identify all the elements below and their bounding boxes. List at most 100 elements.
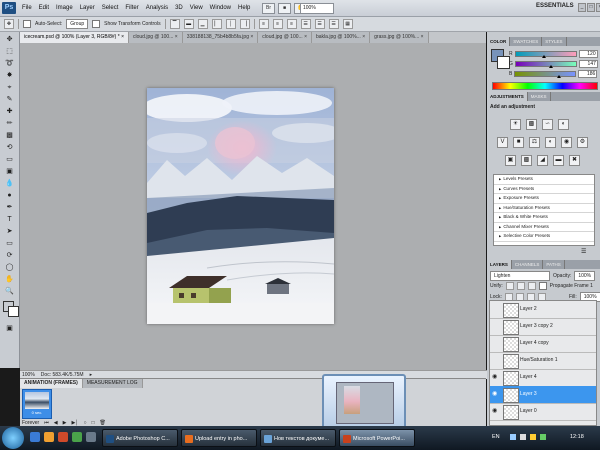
quick-mask-icon[interactable]: ▣ xyxy=(3,324,16,334)
tab-adjustments[interactable]: ADJUSTMENTS xyxy=(487,92,528,101)
menu-view[interactable]: View xyxy=(190,5,203,11)
doc-tab-bakla[interactable]: bakla.jpg @ 100%... × xyxy=(312,32,371,43)
distribute-bottom-icon[interactable]: ≡ xyxy=(286,19,297,29)
auto-align-icon[interactable]: ▦ xyxy=(342,19,353,29)
clock[interactable]: 12:18 xyxy=(570,434,584,440)
menu-analysis[interactable]: Analysis xyxy=(146,5,168,11)
unify-position-icon[interactable] xyxy=(505,282,514,290)
distribute-left-icon[interactable]: ☰ xyxy=(300,19,311,29)
doc-tab-grass[interactable]: grass.jpg @ 100%... × xyxy=(370,32,429,43)
minimize-button[interactable]: _ xyxy=(578,3,586,12)
close-icon[interactable]: × xyxy=(304,34,307,40)
black-white-icon[interactable]: ◐ xyxy=(545,137,556,148)
menu-edit[interactable]: Edit xyxy=(39,5,49,11)
tab-color[interactable]: COLOR xyxy=(487,37,511,46)
show-desktop-icon[interactable] xyxy=(30,432,40,442)
tray-app-icon[interactable] xyxy=(540,434,546,440)
blur-tool-icon[interactable]: 💧 xyxy=(3,179,16,189)
close-icon[interactable]: × xyxy=(362,34,365,40)
tab-swatches[interactable]: SWATCHES xyxy=(510,37,543,46)
type-tool-icon[interactable]: T xyxy=(3,215,16,225)
panel-menu-icon[interactable]: ☰ xyxy=(581,249,586,255)
align-bottom-icon[interactable]: ▁ xyxy=(197,19,208,29)
internet-explorer-icon[interactable] xyxy=(44,432,54,442)
slider-thumb[interactable] xyxy=(541,54,546,58)
levels-icon[interactable]: ▩ xyxy=(526,119,537,130)
mini-bridge-icon[interactable]: ■ xyxy=(278,3,291,14)
tab-measurement-log[interactable]: MEASUREMENT LOG xyxy=(82,379,143,388)
taskbar-window-preview[interactable] xyxy=(322,374,406,430)
propagate-frame-checkbox[interactable] xyxy=(538,282,547,290)
taskbar-task-button[interactable]: Upload entry in pho... xyxy=(181,429,257,447)
doc-tab-icecream[interactable]: icecream.psd @ 100% (Layer 3, RGB/8#) * … xyxy=(20,32,129,43)
lasso-tool-icon[interactable]: ➰ xyxy=(3,59,16,69)
menu-image[interactable]: Image xyxy=(56,5,73,11)
layer-visibility-eye-icon[interactable] xyxy=(492,357,499,363)
close-icon[interactable]: × xyxy=(250,34,253,40)
preset-black-white[interactable]: Black & White Presets xyxy=(494,213,594,223)
curves-icon[interactable]: ∽ xyxy=(542,119,553,130)
layer-row[interactable]: ◉ Layer 3 xyxy=(490,386,596,404)
zoom-level-select[interactable]: 100% xyxy=(300,3,334,14)
tab-paths[interactable]: PATHS xyxy=(543,260,565,269)
frame-delay[interactable]: 0 sec. xyxy=(23,410,51,415)
close-icon[interactable]: × xyxy=(421,34,424,40)
align-right-icon[interactable]: ▕ xyxy=(239,19,250,29)
brush-tool-icon[interactable]: ✏ xyxy=(3,119,16,129)
zoom-tool-icon[interactable]: 🔍 xyxy=(3,287,16,297)
doc-tab-photo[interactable]: 338188138_75b4b8b5fa.jpg × xyxy=(182,32,259,43)
background-color-swatch[interactable] xyxy=(8,306,19,317)
menu-help[interactable]: Help xyxy=(238,5,250,11)
blue-slider[interactable] xyxy=(514,70,577,78)
marquee-tool-icon[interactable]: ⬚ xyxy=(3,47,16,57)
path-selection-tool-icon[interactable]: ➤ xyxy=(3,227,16,237)
tab-styles[interactable]: STYLES xyxy=(542,37,567,46)
menu-3d[interactable]: 3D xyxy=(175,5,183,11)
layer-visibility-eye-icon[interactable] xyxy=(492,323,499,329)
distribute-top-icon[interactable]: ≡ xyxy=(258,19,269,29)
maximize-button[interactable]: □ xyxy=(587,3,595,12)
align-center-icon[interactable]: │ xyxy=(225,19,236,29)
slider-thumb[interactable] xyxy=(557,74,562,78)
layer-row[interactable]: Layer 3 copy 2 xyxy=(490,318,596,336)
distribute-middle-icon[interactable]: ≡ xyxy=(272,19,283,29)
doc-tab-cloud[interactable]: cloud.jpg @ 100... × xyxy=(128,32,183,43)
distribute-center-icon[interactable]: ☰ xyxy=(314,19,325,29)
posterize-icon[interactable]: ▩ xyxy=(521,155,532,166)
exposure-icon[interactable]: ◐ xyxy=(558,119,569,130)
workspace-switcher[interactable]: ESSENTIALS xyxy=(536,3,574,9)
layer-visibility-eye-icon[interactable]: ◉ xyxy=(492,374,499,380)
blend-mode-dropdown[interactable]: Lighten xyxy=(490,271,550,281)
move-tool-icon[interactable]: ✥ xyxy=(4,19,14,29)
unify-style-icon[interactable] xyxy=(527,282,536,290)
preset-curves[interactable]: Curves Presets xyxy=(494,185,594,194)
menu-layer[interactable]: Layer xyxy=(80,5,95,11)
slider-thumb[interactable] xyxy=(548,64,553,68)
media-player-icon[interactable] xyxy=(58,432,68,442)
dodge-tool-icon[interactable]: ● xyxy=(3,191,16,201)
network-icon[interactable] xyxy=(510,434,516,440)
layer-visibility-eye-icon[interactable] xyxy=(492,306,499,312)
green-value-input[interactable]: 147 xyxy=(578,59,598,68)
bridge-icon[interactable]: Br xyxy=(262,3,275,14)
layer-visibility-eye-icon[interactable] xyxy=(492,340,499,346)
preset-selective-color[interactable]: Selective Color Presets xyxy=(494,232,594,242)
taskbar-task-button[interactable]: Microsoft PowerPoi... xyxy=(339,429,415,447)
move-tool-icon[interactable]: ✥ xyxy=(3,35,16,45)
messenger-icon[interactable] xyxy=(72,432,82,442)
distribute-right-icon[interactable]: ☰ xyxy=(328,19,339,29)
eyedropper-tool-icon[interactable]: ✎ xyxy=(3,95,16,105)
channel-mixer-icon[interactable]: ⚙ xyxy=(577,137,588,148)
photo-filter-icon[interactable]: ◉ xyxy=(561,137,572,148)
language-indicator[interactable]: EN xyxy=(492,434,500,440)
align-middle-icon[interactable]: ▬ xyxy=(183,19,194,29)
close-icon[interactable]: × xyxy=(121,34,124,40)
green-slider[interactable] xyxy=(514,60,577,68)
align-left-icon[interactable]: ▏ xyxy=(211,19,222,29)
invert-icon[interactable]: ▣ xyxy=(505,155,516,166)
color-balance-icon[interactable]: ⚖ xyxy=(529,137,540,148)
history-brush-tool-icon[interactable]: ⟲ xyxy=(3,143,16,153)
tab-animation-frames[interactable]: ANIMATION (FRAMES) xyxy=(20,379,83,388)
shape-tool-icon[interactable]: ▭ xyxy=(3,239,16,249)
blue-value-input[interactable]: 186 xyxy=(578,69,598,78)
